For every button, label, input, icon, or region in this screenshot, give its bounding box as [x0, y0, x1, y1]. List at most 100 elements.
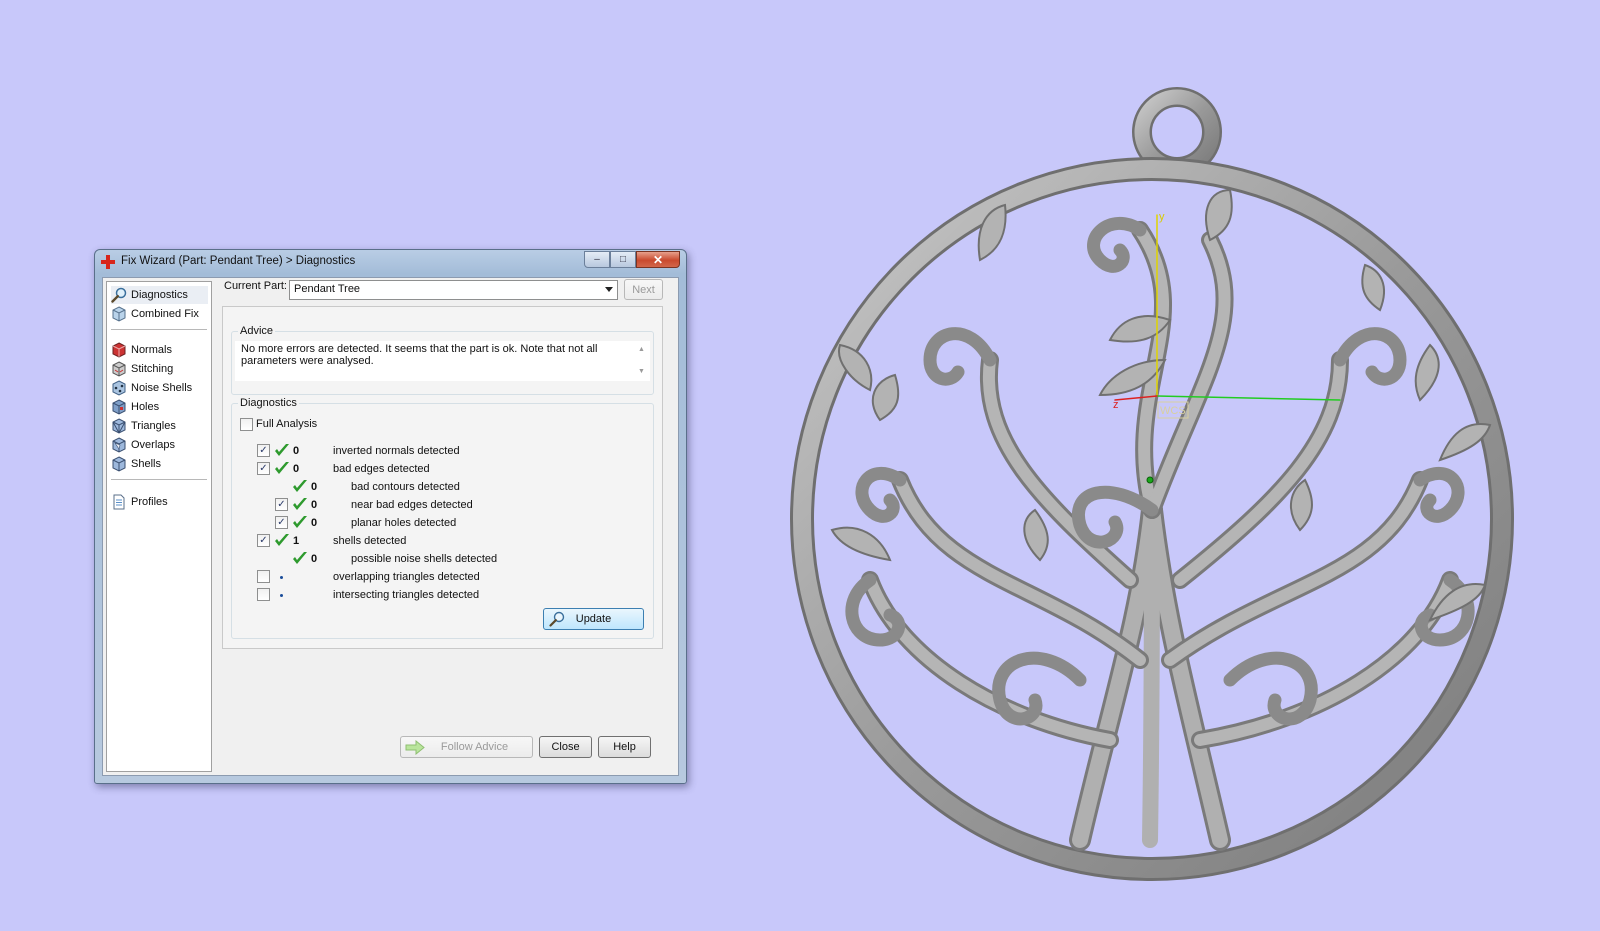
next-button[interactable]: Next [624, 279, 663, 300]
diagnostic-label: overlapping triangles detected [333, 571, 480, 583]
title-bar[interactable]: Fix Wizard (Part: Pendant Tree) > Diagno… [95, 250, 686, 274]
pending-dot-icon [280, 576, 283, 579]
full-analysis-label: Full Analysis [256, 418, 318, 430]
diagnostic-row: ✓ 0 bad edges detected [232, 462, 653, 478]
diagnostic-checkbox[interactable]: ✓ [275, 498, 288, 511]
follow-advice-label: Follow Advice [440, 741, 509, 753]
window-title: Fix Wizard (Part: Pendant Tree) > Diagno… [121, 255, 356, 267]
stitching-cube-icon [112, 361, 126, 377]
nav-item-label: Noise Shells [131, 382, 193, 394]
pending-dot-icon [280, 594, 283, 597]
cube-icon [112, 306, 126, 322]
nav-item-normals[interactable]: Normals [111, 341, 208, 359]
advice-group-title: Advice [238, 325, 276, 337]
diagnostic-row: ✓ 0 inverted normals detected [232, 444, 653, 460]
green-check-icon [275, 444, 289, 456]
diagnostic-label: planar holes detected [351, 517, 457, 529]
diagnostic-checkbox[interactable]: ✓ [257, 534, 270, 547]
green-check-icon [275, 534, 289, 546]
update-button-label: Update [575, 613, 612, 625]
nav-item-triangles[interactable]: Triangles [111, 417, 208, 435]
diagnostics-group: Diagnostics Full Analysis ✓ 0 inverted nor… [231, 397, 654, 639]
diagnostic-row: overlapping triangles detected [232, 570, 653, 586]
diagnostic-row: 0 bad contours detected [232, 480, 653, 496]
minimize-button[interactable]: – [584, 251, 610, 268]
green-check-icon [275, 462, 289, 474]
current-part-value: Pendant Tree [294, 283, 361, 295]
diagnostic-count: 0 [311, 553, 318, 565]
diagnostic-label: intersecting triangles detected [333, 589, 480, 601]
diagnostic-label: possible noise shells detected [351, 553, 498, 565]
pendant-tree-model[interactable] [790, 87, 1514, 881]
shells-cube-icon [112, 456, 126, 472]
nav-item-shells[interactable]: Shells [111, 455, 208, 473]
nav-item-overlaps[interactable]: Overlaps [111, 436, 208, 454]
scroll-down-icon[interactable]: ▼ [638, 366, 645, 378]
nav-divider [111, 479, 207, 480]
green-check-icon [293, 516, 307, 528]
nav-item-holes[interactable]: Holes [111, 398, 208, 416]
overlaps-cube-icon [112, 437, 126, 453]
nav-item-label: Overlaps [131, 439, 176, 451]
advice-text-box: No more errors are detected. It seems th… [235, 341, 650, 381]
diagnostic-label: near bad edges detected [351, 499, 473, 511]
nav-item-diagnostics[interactable]: Diagnostics [111, 286, 208, 304]
diagnostic-count: 1 [293, 535, 300, 547]
document-icon [113, 494, 125, 510]
close-window-button[interactable]: ✕ [636, 251, 680, 268]
help-button[interactable]: Help [598, 736, 651, 758]
diagnostic-row: ✓ 0 planar holes detected [232, 516, 653, 532]
scroll-up-icon[interactable]: ▲ [638, 344, 645, 356]
noise-shells-cube-icon [112, 380, 126, 396]
update-button[interactable]: Update [543, 608, 644, 630]
current-part-dropdown[interactable]: Pendant Tree [289, 280, 618, 300]
diagnostic-checkbox[interactable]: ✓ [257, 462, 270, 475]
nav-item-profiles[interactable]: Profiles [111, 493, 208, 511]
nav-item-label: Combined Fix [131, 308, 199, 320]
close-button-label: Close [551, 741, 580, 753]
nav-item-label: Shells [131, 458, 161, 470]
nav-item-combined-fix[interactable]: Combined Fix [111, 305, 208, 323]
chevron-down-icon [605, 287, 613, 292]
diagnostic-checkbox[interactable]: ✓ [275, 516, 288, 529]
diagnostic-count: 0 [311, 517, 318, 529]
model-viewport[interactable]: z y WCS [780, 60, 1560, 920]
nav-item-stitching[interactable]: Stitching [111, 360, 208, 378]
next-button-label: Next [632, 283, 655, 296]
close-icon: ✕ [652, 252, 664, 267]
diagnostic-count: 0 [293, 445, 300, 457]
diagnostic-row: intersecting triangles detected [232, 588, 653, 604]
nav-item-label: Holes [131, 401, 160, 413]
wizard-navigation: Diagnostics Combined Fix Normals Stitchi… [106, 281, 212, 772]
diagnostic-checkbox[interactable] [257, 570, 270, 583]
help-button-label: Help [613, 741, 636, 753]
full-analysis-checkbox[interactable] [240, 418, 253, 431]
maximize-icon: □ [619, 254, 627, 265]
diagnostics-panel: Advice No more errors are detected. It s… [222, 306, 663, 649]
nav-item-label: Diagnostics [131, 289, 188, 301]
nav-item-noise-shells[interactable]: Noise Shells [111, 379, 208, 397]
normals-cube-icon [112, 342, 126, 358]
diagnostic-count: 0 [293, 463, 300, 475]
close-button[interactable]: Close [539, 736, 592, 758]
current-part-label: Current Part: [224, 280, 287, 292]
advice-group: Advice No more errors are detected. It s… [231, 325, 654, 395]
axis-z-label: z [1113, 399, 1119, 411]
diagnostic-label: inverted normals detected [333, 445, 460, 457]
diagnostic-label: bad contours detected [351, 481, 460, 493]
green-check-icon [293, 480, 307, 492]
follow-advice-button[interactable]: Follow Advice [400, 736, 533, 758]
diagnostic-checkbox[interactable]: ✓ [257, 444, 270, 457]
advice-scrollbar[interactable]: ▲ ▼ [633, 341, 650, 381]
nav-item-label: Stitching [131, 363, 174, 375]
diagnostic-count: 0 [311, 499, 318, 511]
diagnostic-label: bad edges detected [333, 463, 430, 475]
dialog-client-area: Diagnostics Combined Fix Normals Stitchi… [102, 277, 679, 776]
diagnostics-group-title: Diagnostics [238, 397, 299, 409]
diagnostic-row: ✓ 0 near bad edges detected [232, 498, 653, 514]
diagnostic-checkbox[interactable] [257, 588, 270, 601]
nav-divider [111, 329, 207, 330]
maximize-button[interactable]: □ [610, 251, 636, 268]
nav-item-label: Triangles [131, 420, 176, 432]
wcs-label: WCS [1160, 405, 1186, 417]
